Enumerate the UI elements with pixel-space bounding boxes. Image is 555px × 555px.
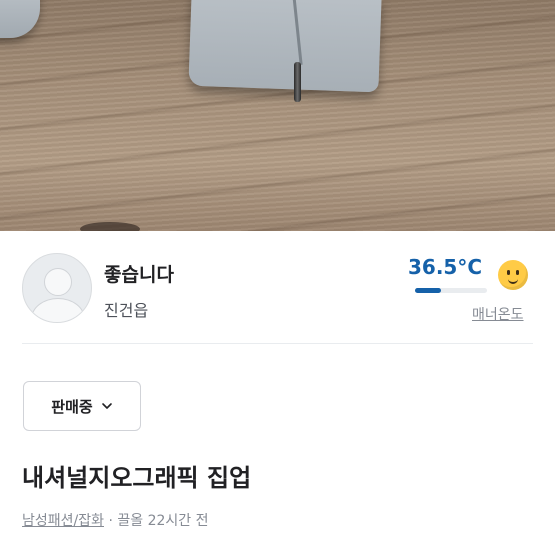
- smile-face-icon: [498, 260, 528, 290]
- avatar[interactable]: [22, 253, 92, 323]
- chevron-down-icon: [101, 403, 112, 409]
- manner-temperature: 36.5°C: [408, 255, 483, 279]
- zipper-pull: [294, 62, 301, 102]
- meta-separator: ·: [104, 513, 118, 529]
- default-profile-body: [31, 298, 85, 322]
- product-meta: 남성패션/잡화 · 끌올 22시간 전: [22, 510, 208, 530]
- sale-status-dropdown[interactable]: 판매중: [23, 381, 141, 431]
- seller-nickname[interactable]: 좋습니다: [104, 260, 174, 287]
- product-title: 내셔널지오그래픽 집업: [22, 464, 252, 492]
- product-category-link[interactable]: 남성패션/잡화: [22, 513, 104, 529]
- garment-hem: [188, 0, 382, 93]
- sale-status-label: 판매중: [51, 397, 93, 416]
- manner-temperature-fill: [415, 288, 442, 293]
- manner-temperature-bar: [415, 288, 487, 293]
- seller-profile[interactable]: 좋습니다 진건읍 36.5°C 매너온도: [0, 231, 555, 343]
- default-profile-icon: [44, 268, 72, 296]
- manner-temperature-link[interactable]: 매너온도: [472, 304, 524, 324]
- product-photo[interactable]: [0, 0, 555, 231]
- posted-time: 끌올 22시간 전: [117, 513, 209, 529]
- seller-region: 진건읍: [104, 301, 149, 320]
- divider: [22, 343, 533, 344]
- floor-shadow: [80, 222, 140, 231]
